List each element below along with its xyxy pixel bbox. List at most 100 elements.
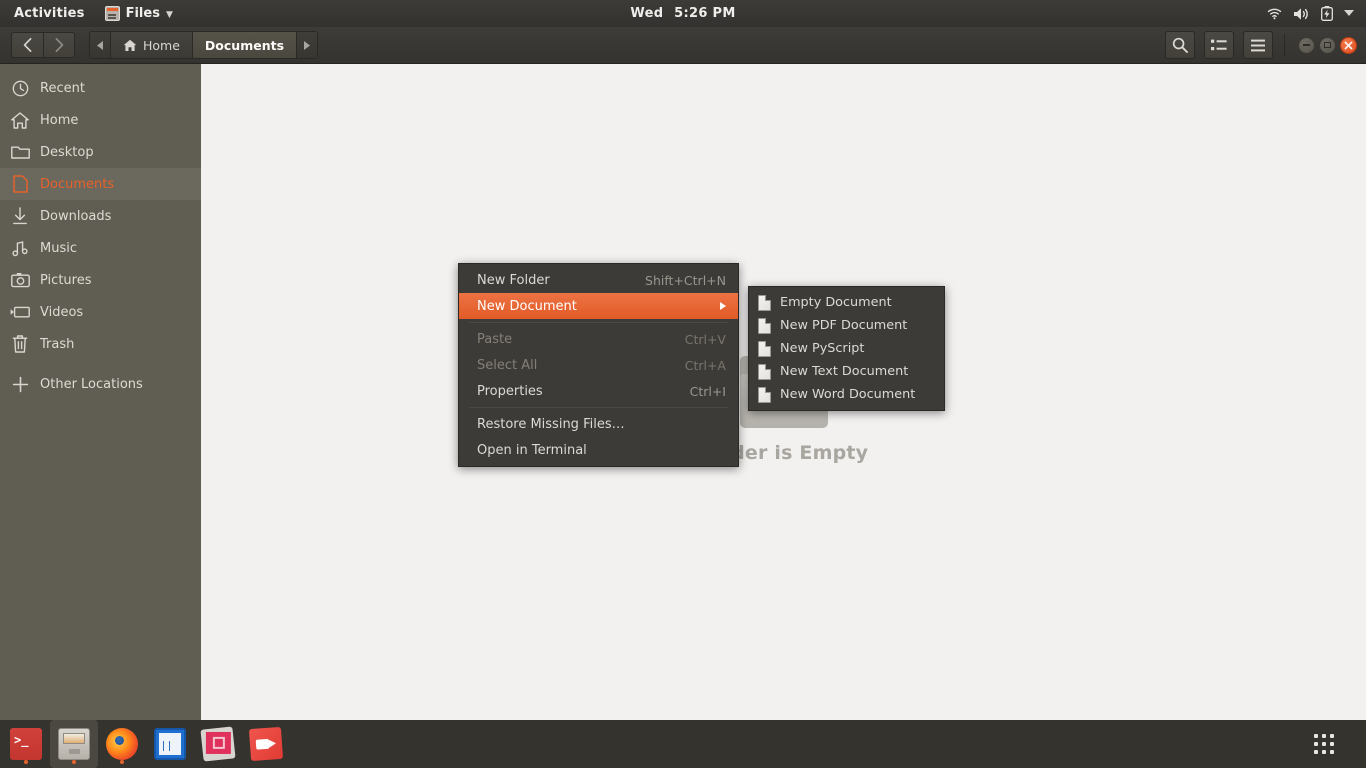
system-indicators[interactable] xyxy=(1267,6,1366,21)
submenu-item-label: New PyScript xyxy=(780,341,864,356)
maximize-button[interactable] xyxy=(1319,37,1336,54)
dock-items xyxy=(0,720,290,768)
show-applications-button[interactable] xyxy=(1306,726,1342,762)
sidebar-item-documents[interactable]: Documents xyxy=(0,168,201,200)
home-icon xyxy=(0,112,40,129)
app-menu-label: Files xyxy=(126,6,160,21)
dock-item-system-monitor[interactable] xyxy=(146,720,194,768)
chevron-right-icon xyxy=(304,41,310,50)
menu-item-accelerator: Ctrl+A xyxy=(685,358,726,373)
document-icon xyxy=(0,175,40,193)
folder-icon xyxy=(0,144,40,160)
sidebar: Recent Home Desktop xyxy=(0,64,201,720)
menu-item-select-all: Select All Ctrl+A xyxy=(459,352,738,378)
breadcrumb-scroll-left[interactable] xyxy=(90,32,111,58)
menu-item-restore-missing-files[interactable]: Restore Missing Files… xyxy=(459,411,738,437)
breadcrumb-item-home[interactable]: Home xyxy=(111,32,193,58)
menu-separator xyxy=(469,322,728,323)
battery-charging-icon xyxy=(1321,6,1333,21)
menu-item-new-folder[interactable]: New Folder Shift+Ctrl+N xyxy=(459,267,738,293)
sidebar-item-label: Desktop xyxy=(40,145,94,160)
new-document-submenu[interactable]: Empty Document New PDF Document New PySc… xyxy=(748,286,945,411)
dock-item-firefox[interactable] xyxy=(98,720,146,768)
sidebar-item-label: Music xyxy=(40,241,77,256)
sidebar-item-downloads[interactable]: Downloads xyxy=(0,200,201,232)
dock-item-screenshot[interactable] xyxy=(194,720,242,768)
submenu-item-new-word-document[interactable]: New Word Document xyxy=(749,383,944,406)
download-icon xyxy=(0,207,40,225)
submenu-item-empty-document[interactable]: Empty Document xyxy=(749,291,944,314)
menu-item-open-in-terminal[interactable]: Open in Terminal xyxy=(459,437,738,463)
menu-item-label: Paste xyxy=(477,332,685,347)
plus-icon xyxy=(0,376,40,393)
menu-item-label: Properties xyxy=(477,384,690,399)
context-menu[interactable]: New Folder Shift+Ctrl+N New Document Pas… xyxy=(458,263,739,467)
dock-item-screen-recorder[interactable] xyxy=(242,720,290,768)
terminal-icon xyxy=(10,728,42,760)
document-icon xyxy=(758,341,771,357)
sidebar-item-label: Trash xyxy=(40,337,74,352)
menu-item-accelerator: Ctrl+V xyxy=(685,332,726,347)
menu-item-properties[interactable]: Properties Ctrl+I xyxy=(459,378,738,404)
sidebar-item-recent[interactable]: Recent xyxy=(0,72,201,104)
desktop-screen: Activities Files ▼ Wed 5:26 PM xyxy=(0,0,1366,768)
clock-icon xyxy=(0,80,40,97)
sidebar-item-label: Videos xyxy=(40,305,83,320)
sidebar-item-label: Pictures xyxy=(40,273,91,288)
forward-button[interactable] xyxy=(43,32,75,58)
window-header-bar: Home Documents xyxy=(0,27,1366,64)
dock-item-terminal[interactable] xyxy=(2,720,50,768)
sidebar-item-label: Recent xyxy=(40,81,85,96)
sidebar-item-home[interactable]: Home xyxy=(0,104,201,136)
chevron-left-icon xyxy=(97,41,103,50)
clock-time: 5:26 PM xyxy=(674,6,735,21)
hamburger-icon xyxy=(1250,39,1266,52)
activities-button[interactable]: Activities xyxy=(0,6,97,21)
close-button[interactable] xyxy=(1340,37,1357,54)
breadcrumb-label: Home xyxy=(143,38,180,53)
submenu-item-new-text-document[interactable]: New Text Document xyxy=(749,360,944,383)
document-icon xyxy=(758,364,771,380)
volume-icon xyxy=(1293,7,1310,21)
header-bar-actions xyxy=(1165,31,1366,59)
minimize-button[interactable] xyxy=(1298,37,1315,54)
firefox-icon xyxy=(106,728,138,760)
menu-item-label: Restore Missing Files… xyxy=(477,417,726,432)
sidebar-item-pictures[interactable]: Pictures xyxy=(0,264,201,296)
sidebar-item-label: Home xyxy=(40,113,78,128)
breadcrumb-item-documents[interactable]: Documents xyxy=(193,32,297,58)
files-icon xyxy=(58,728,90,760)
sidebar-item-label: Documents xyxy=(40,177,114,192)
view-options-button[interactable] xyxy=(1204,31,1234,59)
menu-item-accelerator: Ctrl+I xyxy=(690,384,726,399)
sidebar-item-videos[interactable]: Videos xyxy=(0,296,201,328)
main-menu-button[interactable] xyxy=(1243,31,1273,59)
sidebar-item-label: Other Locations xyxy=(40,377,143,392)
clock-day: Wed xyxy=(630,6,663,21)
sidebar-item-trash[interactable]: Trash xyxy=(0,328,201,360)
clock[interactable]: Wed 5:26 PM xyxy=(0,6,1366,21)
screenshot-icon xyxy=(200,726,235,761)
submenu-item-new-pdf-document[interactable]: New PDF Document xyxy=(749,314,944,337)
app-menu-button[interactable]: Files ▼ xyxy=(97,6,181,21)
sidebar-item-label: Downloads xyxy=(40,209,111,224)
sidebar-item-other-locations[interactable]: Other Locations xyxy=(0,368,201,400)
menu-item-new-document[interactable]: New Document xyxy=(459,293,738,319)
forward-arrow-icon xyxy=(55,38,64,52)
close-icon xyxy=(1344,41,1353,50)
sidebar-item-desktop[interactable]: Desktop xyxy=(0,136,201,168)
back-button[interactable] xyxy=(11,32,43,58)
menu-separator xyxy=(469,407,728,408)
search-button[interactable] xyxy=(1165,31,1195,59)
menu-item-paste: Paste Ctrl+V xyxy=(459,326,738,352)
window-controls xyxy=(1298,37,1357,54)
submenu-item-new-pyscript[interactable]: New PyScript xyxy=(749,337,944,360)
sidebar-item-music[interactable]: Music xyxy=(0,232,201,264)
navigation-buttons xyxy=(11,32,75,58)
dock-item-files[interactable] xyxy=(50,720,98,768)
trash-icon xyxy=(0,335,40,353)
submenu-item-label: Empty Document xyxy=(780,295,892,310)
submenu-item-label: New PDF Document xyxy=(780,318,907,333)
breadcrumb-scroll-right[interactable] xyxy=(297,32,317,58)
gnome-top-bar: Activities Files ▼ Wed 5:26 PM xyxy=(0,0,1366,27)
